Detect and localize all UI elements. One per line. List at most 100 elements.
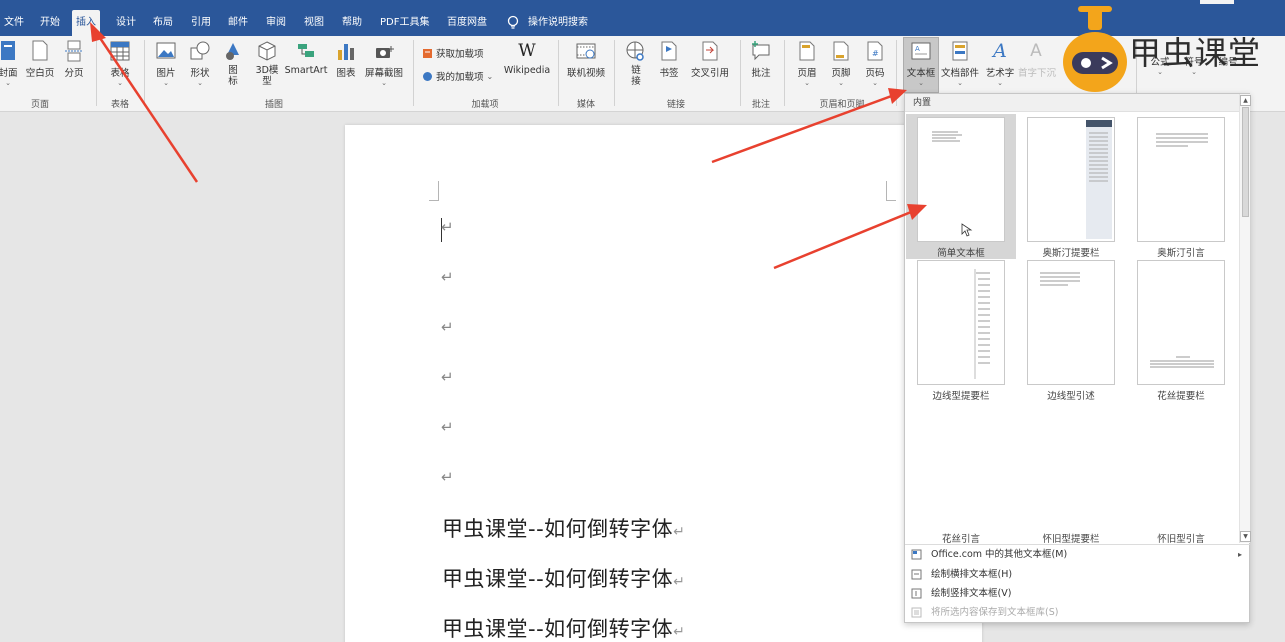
gallery-thumbnail — [1137, 260, 1225, 385]
tab-design[interactable]: 设计 — [112, 14, 140, 32]
link-button[interactable]: 链接 — [624, 40, 648, 87]
tab-view[interactable]: 视图 — [300, 14, 328, 32]
shapes-button[interactable]: 形状 ⌄ — [186, 40, 214, 87]
watermark-text: 甲虫课堂 — [1129, 34, 1262, 72]
globe-link-icon — [626, 41, 644, 61]
gallery-item-simple-textbox[interactable]: 简单文本框 — [906, 114, 1016, 259]
tab-review[interactable]: 审阅 — [262, 14, 290, 32]
bookmark-button[interactable]: 书签 — [656, 40, 682, 79]
get-addins-button[interactable]: 获取加载项 — [422, 46, 484, 60]
tab-home[interactable]: 开始 — [36, 14, 64, 32]
quick-parts-button[interactable]: 文档部件 ⌄ — [940, 40, 980, 87]
gallery-item-austin-sidebar[interactable]: 奥斯汀提要栏 — [1016, 114, 1126, 259]
wordart-label: 艺术字 — [985, 68, 1015, 79]
chart-icon — [338, 44, 354, 60]
page-break-button[interactable]: 分页 — [60, 40, 88, 79]
paragraph-mark: ↵ — [441, 418, 454, 436]
scroll-down-icon[interactable]: ▼ — [1240, 531, 1251, 542]
get-addins-label: 获取加载项 — [436, 49, 484, 60]
gallery-item-sideline-quote[interactable]: 边线型引述 — [1016, 257, 1126, 402]
blank-page-label: 空白页 — [25, 68, 55, 79]
tab-pdf-tools[interactable]: PDF工具集 — [376, 14, 433, 32]
more-textboxes-office-menu-item[interactable]: Office.com 中的其他文本框(M) ▸ — [905, 545, 1250, 564]
shapes-icon — [190, 41, 210, 60]
gallery-scrollbar[interactable]: ▲ ▼ — [1239, 94, 1251, 543]
chart-label: 图表 — [336, 68, 356, 79]
line-text: 甲虫课堂--如何倒转字体 — [442, 567, 674, 591]
vertical-textbox-icon — [911, 588, 922, 599]
scroll-thumb[interactable] — [1242, 107, 1249, 217]
wikipedia-button[interactable]: W Wikipedia — [502, 40, 552, 76]
gallery-item-filigree-quote[interactable]: 花丝引言 — [906, 531, 1016, 545]
header-icon — [799, 41, 815, 61]
document-text-line[interactable]: 甲虫课堂--如何倒转字体↵ — [442, 613, 685, 642]
tab-layout[interactable]: 布局 — [149, 14, 177, 32]
comment-button[interactable]: 批注 — [746, 40, 776, 79]
footer-icon — [833, 41, 849, 61]
gallery-item-retrospect-sidebar[interactable]: 怀旧型提要栏 — [1016, 531, 1126, 545]
wordart-button[interactable]: A 艺术字 ⌄ — [982, 40, 1018, 87]
link-label: 链接 — [631, 65, 641, 87]
tell-me-search[interactable]: 操作说明搜索 — [524, 14, 592, 32]
3d-models-button[interactable]: 3D模型 — [254, 40, 280, 87]
save-to-gallery-icon — [911, 607, 922, 618]
gallery-item-filigree-sidebar[interactable]: 花丝提要栏 — [1126, 257, 1236, 402]
gallery-thumbnail — [1027, 260, 1115, 385]
draw-vertical-textbox-menu-item[interactable]: 绘制竖排文本框(V) — [905, 584, 1250, 603]
smartart-label: SmartArt — [284, 65, 328, 76]
table-button[interactable]: 表格 ⌄ — [104, 40, 136, 87]
chart-button[interactable]: 图表 — [334, 40, 358, 79]
gallery-item-retrospect-quote[interactable]: 怀旧型引言 — [1126, 531, 1236, 545]
blank-page-button[interactable]: 空白页 — [24, 40, 56, 79]
group-divider — [96, 40, 97, 106]
tab-file[interactable]: 文件 — [0, 14, 28, 32]
puzzle-icon — [423, 71, 432, 81]
document-text-line[interactable]: 甲虫课堂--如何倒转字体↵ — [442, 563, 685, 593]
header-button[interactable]: 页眉 ⌄ — [794, 40, 820, 87]
icons-button[interactable]: 图标 — [222, 40, 244, 87]
footer-label: 页脚 — [831, 68, 851, 79]
store-icon — [423, 48, 432, 58]
online-video-button[interactable]: 联机视频 — [564, 40, 608, 79]
icons-label: 图标 — [228, 65, 238, 87]
menu-item-label: 绘制横排文本框(H) — [931, 569, 1013, 580]
save-selection-to-gallery-menu-item[interactable]: 将所选内容保存到文本框库(S) — [905, 603, 1250, 622]
gallery-item-austin-quote[interactable]: 奥斯汀引言 — [1126, 114, 1236, 259]
page-break-icon — [65, 40, 83, 62]
screenshot-button[interactable]: 屏幕截图 ⌄ — [362, 40, 406, 87]
group-divider — [896, 40, 897, 106]
gallery-item-sideline-sidebar[interactable]: 边线型提要栏 — [906, 257, 1016, 402]
tab-baidu-netdisk[interactable]: 百度网盘 — [443, 14, 491, 32]
draw-horizontal-textbox-menu-item[interactable]: 绘制横排文本框(H) — [905, 565, 1250, 584]
group-header-footer: 页眉和页脚 — [819, 100, 865, 110]
cross-reference-label: 交叉引用 — [690, 68, 729, 79]
group-tables: 表格 — [110, 100, 129, 110]
page-break-label: 分页 — [64, 68, 84, 79]
blank-page-icon — [32, 40, 48, 61]
cover-page-icon — [1, 41, 15, 60]
my-addins-label: 我的加载项 — [436, 72, 484, 83]
bookmark-label: 书签 — [659, 68, 679, 79]
tab-mailings[interactable]: 邮件 — [224, 14, 252, 32]
gallery-item-label: 边线型引述 — [1047, 391, 1095, 402]
my-addins-button[interactable]: 我的加载项 ⌄ — [422, 69, 493, 83]
document-page[interactable]: ↵ ↵ ↵ ↵ ↵ ↵ 甲虫课堂--如何倒转字体↵ 甲虫课堂--如何倒转字体↵ … — [345, 125, 982, 642]
document-text-line[interactable]: 甲虫课堂--如何倒转字体↵ — [442, 513, 685, 543]
tab-references[interactable]: 引用 — [187, 14, 215, 32]
smartart-button[interactable]: SmartArt — [284, 40, 328, 76]
page-number-button[interactable]: # 页码 ⌄ — [862, 40, 888, 87]
pictures-button[interactable]: 图片 ⌄ — [152, 40, 180, 87]
textbox-button[interactable]: A 文本框 ⌄ — [904, 40, 938, 87]
tab-help[interactable]: 帮助 — [338, 14, 366, 32]
drop-cap-button[interactable]: A 首字下沉 — [1018, 40, 1056, 79]
cover-page-button[interactable]: 封面 ⌄ — [0, 40, 22, 87]
wordart-icon: A — [993, 40, 1007, 62]
gallery-thumbnail — [917, 260, 1005, 385]
gallery-item-label: 边线型提要栏 — [932, 391, 990, 402]
group-pages: 页面 — [30, 100, 49, 110]
footer-button[interactable]: 页脚 ⌄ — [828, 40, 854, 87]
tab-insert[interactable]: 插入 — [72, 10, 100, 36]
picture-icon — [156, 42, 176, 59]
table-icon — [110, 41, 130, 61]
cross-reference-button[interactable]: 交叉引用 — [688, 40, 732, 79]
